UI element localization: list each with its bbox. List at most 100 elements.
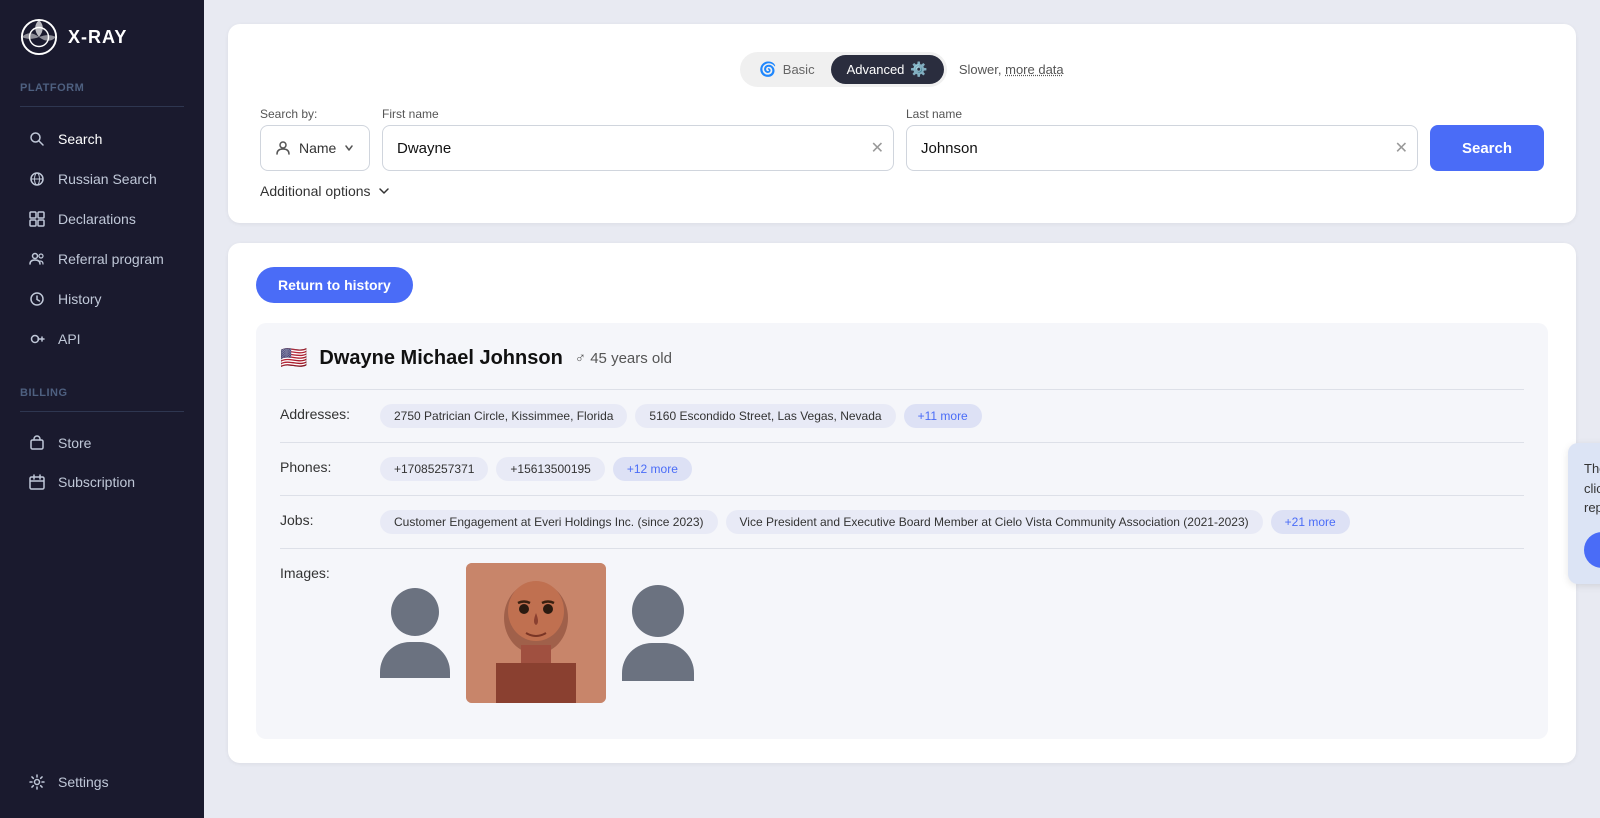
- basic-mode-button[interactable]: 🌀 Basic: [743, 55, 830, 84]
- addresses-tags: 2750 Patrician Circle, Kissimmee, Florid…: [380, 404, 982, 428]
- return-to-history-button[interactable]: Return to history: [256, 267, 413, 303]
- last-name-clear-button[interactable]: ✕: [1395, 138, 1408, 158]
- key-icon: [28, 330, 46, 348]
- search-by-label: Search by:: [260, 107, 370, 121]
- platform-label: Platform: [0, 82, 204, 102]
- sidebar-item-settings[interactable]: Settings: [8, 763, 196, 801]
- chevron-down-icon: [377, 184, 391, 198]
- logo-icon: [20, 18, 58, 56]
- first-name-label: First name: [382, 107, 894, 121]
- tooltip-card: The displayed data is incomplete, click …: [1568, 443, 1600, 584]
- images-content: [380, 563, 694, 703]
- sidebar-history-label: History: [58, 291, 102, 307]
- chevron-down-icon: [344, 143, 354, 153]
- sidebar-item-api[interactable]: API: [8, 320, 196, 358]
- first-name-input[interactable]: [382, 125, 894, 171]
- sidebar-russian-search-label: Russian Search: [58, 171, 157, 187]
- sidebar-declarations-label: Declarations: [58, 211, 136, 227]
- additional-options-row[interactable]: Additional options: [260, 183, 1544, 199]
- grid-icon: [28, 210, 46, 228]
- bag-icon: [28, 434, 46, 452]
- clock-icon: [28, 290, 46, 308]
- avatar-body-2: [622, 643, 694, 681]
- sidebar-api-label: API: [58, 331, 81, 347]
- settings-icon: [28, 773, 46, 791]
- age-text: 45 years old: [590, 350, 672, 367]
- profile-name: Dwayne Michael Johnson: [319, 347, 562, 370]
- profile-card: 🇺🇸 Dwayne Michael Johnson ♂ 45 years old…: [256, 323, 1548, 739]
- address-tag-1: 5160 Escondido Street, Las Vegas, Nevada: [635, 404, 895, 428]
- sidebar-item-subscription[interactable]: Subscription: [8, 463, 196, 501]
- phones-tags: +17085257371 +15613500195 +12 more: [380, 457, 692, 481]
- billing-divider: [20, 411, 184, 412]
- settings-label: Settings: [58, 774, 109, 790]
- jobs-tags: Customer Engagement at Everi Holdings In…: [380, 510, 1350, 534]
- jobs-label: Jobs:: [280, 510, 360, 528]
- main-content: 🌀 Basic Advanced ⚙️ Slower, more data Se…: [204, 0, 1600, 818]
- logo: X-RAY: [0, 0, 204, 78]
- billing-label: Billing: [0, 387, 204, 407]
- phones-row: Phones: +17085257371 +15613500195 +12 mo…: [280, 442, 1524, 495]
- addresses-row: Addresses: 2750 Patrician Circle, Kissim…: [280, 389, 1524, 442]
- slower-text: Slower, more data: [959, 62, 1064, 77]
- job-tag-more[interactable]: +21 more: [1271, 510, 1350, 534]
- search-mode-row: 🌀 Basic Advanced ⚙️ Slower, more data: [260, 52, 1544, 87]
- last-name-wrap: ✕: [906, 125, 1418, 171]
- logo-text: X-RAY: [68, 27, 127, 48]
- sidebar-item-declarations[interactable]: Declarations: [8, 200, 196, 238]
- search-icon: [28, 130, 46, 148]
- phone-tag-more[interactable]: +12 more: [613, 457, 692, 481]
- sidebar-item-russian-search[interactable]: Russian Search: [8, 160, 196, 198]
- results-card: Return to history 🇺🇸 Dwayne Michael John…: [228, 243, 1576, 763]
- sidebar-store-label: Store: [58, 435, 91, 451]
- profile-header: 🇺🇸 Dwayne Michael Johnson ♂ 45 years old: [280, 345, 1524, 371]
- avatar-1: [380, 588, 450, 678]
- sidebar-referral-label: Referral program: [58, 251, 164, 267]
- search-by-button[interactable]: Name: [260, 125, 370, 171]
- sidebar-item-referral[interactable]: Referral program: [8, 240, 196, 278]
- basic-icon: 🌀: [759, 61, 776, 78]
- mode-toggle: 🌀 Basic Advanced ⚙️: [740, 52, 947, 87]
- person-photo-svg: [466, 563, 606, 703]
- search-by-value: Name: [299, 140, 336, 156]
- job-tag-1: Vice President and Executive Board Membe…: [726, 510, 1263, 534]
- calendar-icon: [28, 473, 46, 491]
- avatar-2: [622, 585, 694, 681]
- jobs-row: Jobs: Customer Engagement at Everi Holdi…: [280, 495, 1524, 548]
- images-label: Images:: [280, 563, 360, 581]
- sidebar-search-label: Search: [58, 131, 102, 147]
- tooltip-text: The displayed data is incomplete, click …: [1584, 459, 1600, 518]
- sidebar-item-search[interactable]: Search: [8, 120, 196, 158]
- address-tag-more[interactable]: +11 more: [904, 404, 982, 428]
- phone-tag-0: +17085257371: [380, 457, 488, 481]
- search-inputs-row: Search by: Name First name ✕ Last name: [260, 107, 1544, 171]
- first-name-wrap: ✕: [382, 125, 894, 171]
- addresses-label: Addresses:: [280, 404, 360, 422]
- flag-icon: 🇺🇸: [280, 345, 307, 371]
- sidebar: X-RAY Platform Search Russian Search Dec…: [0, 0, 204, 818]
- sidebar-item-store[interactable]: Store: [8, 424, 196, 462]
- advanced-mode-button[interactable]: Advanced ⚙️: [831, 55, 944, 84]
- first-name-group: First name ✕: [382, 107, 894, 171]
- sidebar-subscription-label: Subscription: [58, 474, 135, 490]
- additional-options-label: Additional options: [260, 183, 371, 199]
- globe-icon: [28, 170, 46, 188]
- gender-age: ♂ 45 years old: [575, 350, 672, 367]
- search-by-group: Search by: Name: [260, 107, 370, 171]
- job-tag-0: Customer Engagement at Everi Holdings In…: [380, 510, 718, 534]
- search-card: 🌀 Basic Advanced ⚙️ Slower, more data Se…: [228, 24, 1576, 223]
- more-data-text: more data: [1005, 62, 1064, 77]
- images-row: Images:: [280, 548, 1524, 717]
- profile-photo: [466, 563, 606, 703]
- avatar-head-1: [391, 588, 439, 636]
- person-icon: [275, 140, 291, 156]
- avatar-head-2: [632, 585, 684, 637]
- search-full-profile-button[interactable]: Search full profile: [1584, 532, 1600, 568]
- search-button[interactable]: Search: [1430, 125, 1544, 171]
- last-name-input[interactable]: [906, 125, 1418, 171]
- avatar-body-1: [380, 642, 450, 678]
- sidebar-item-history[interactable]: History: [8, 280, 196, 318]
- first-name-clear-button[interactable]: ✕: [871, 138, 884, 158]
- last-name-label: Last name: [906, 107, 1418, 121]
- platform-divider: [20, 106, 184, 107]
